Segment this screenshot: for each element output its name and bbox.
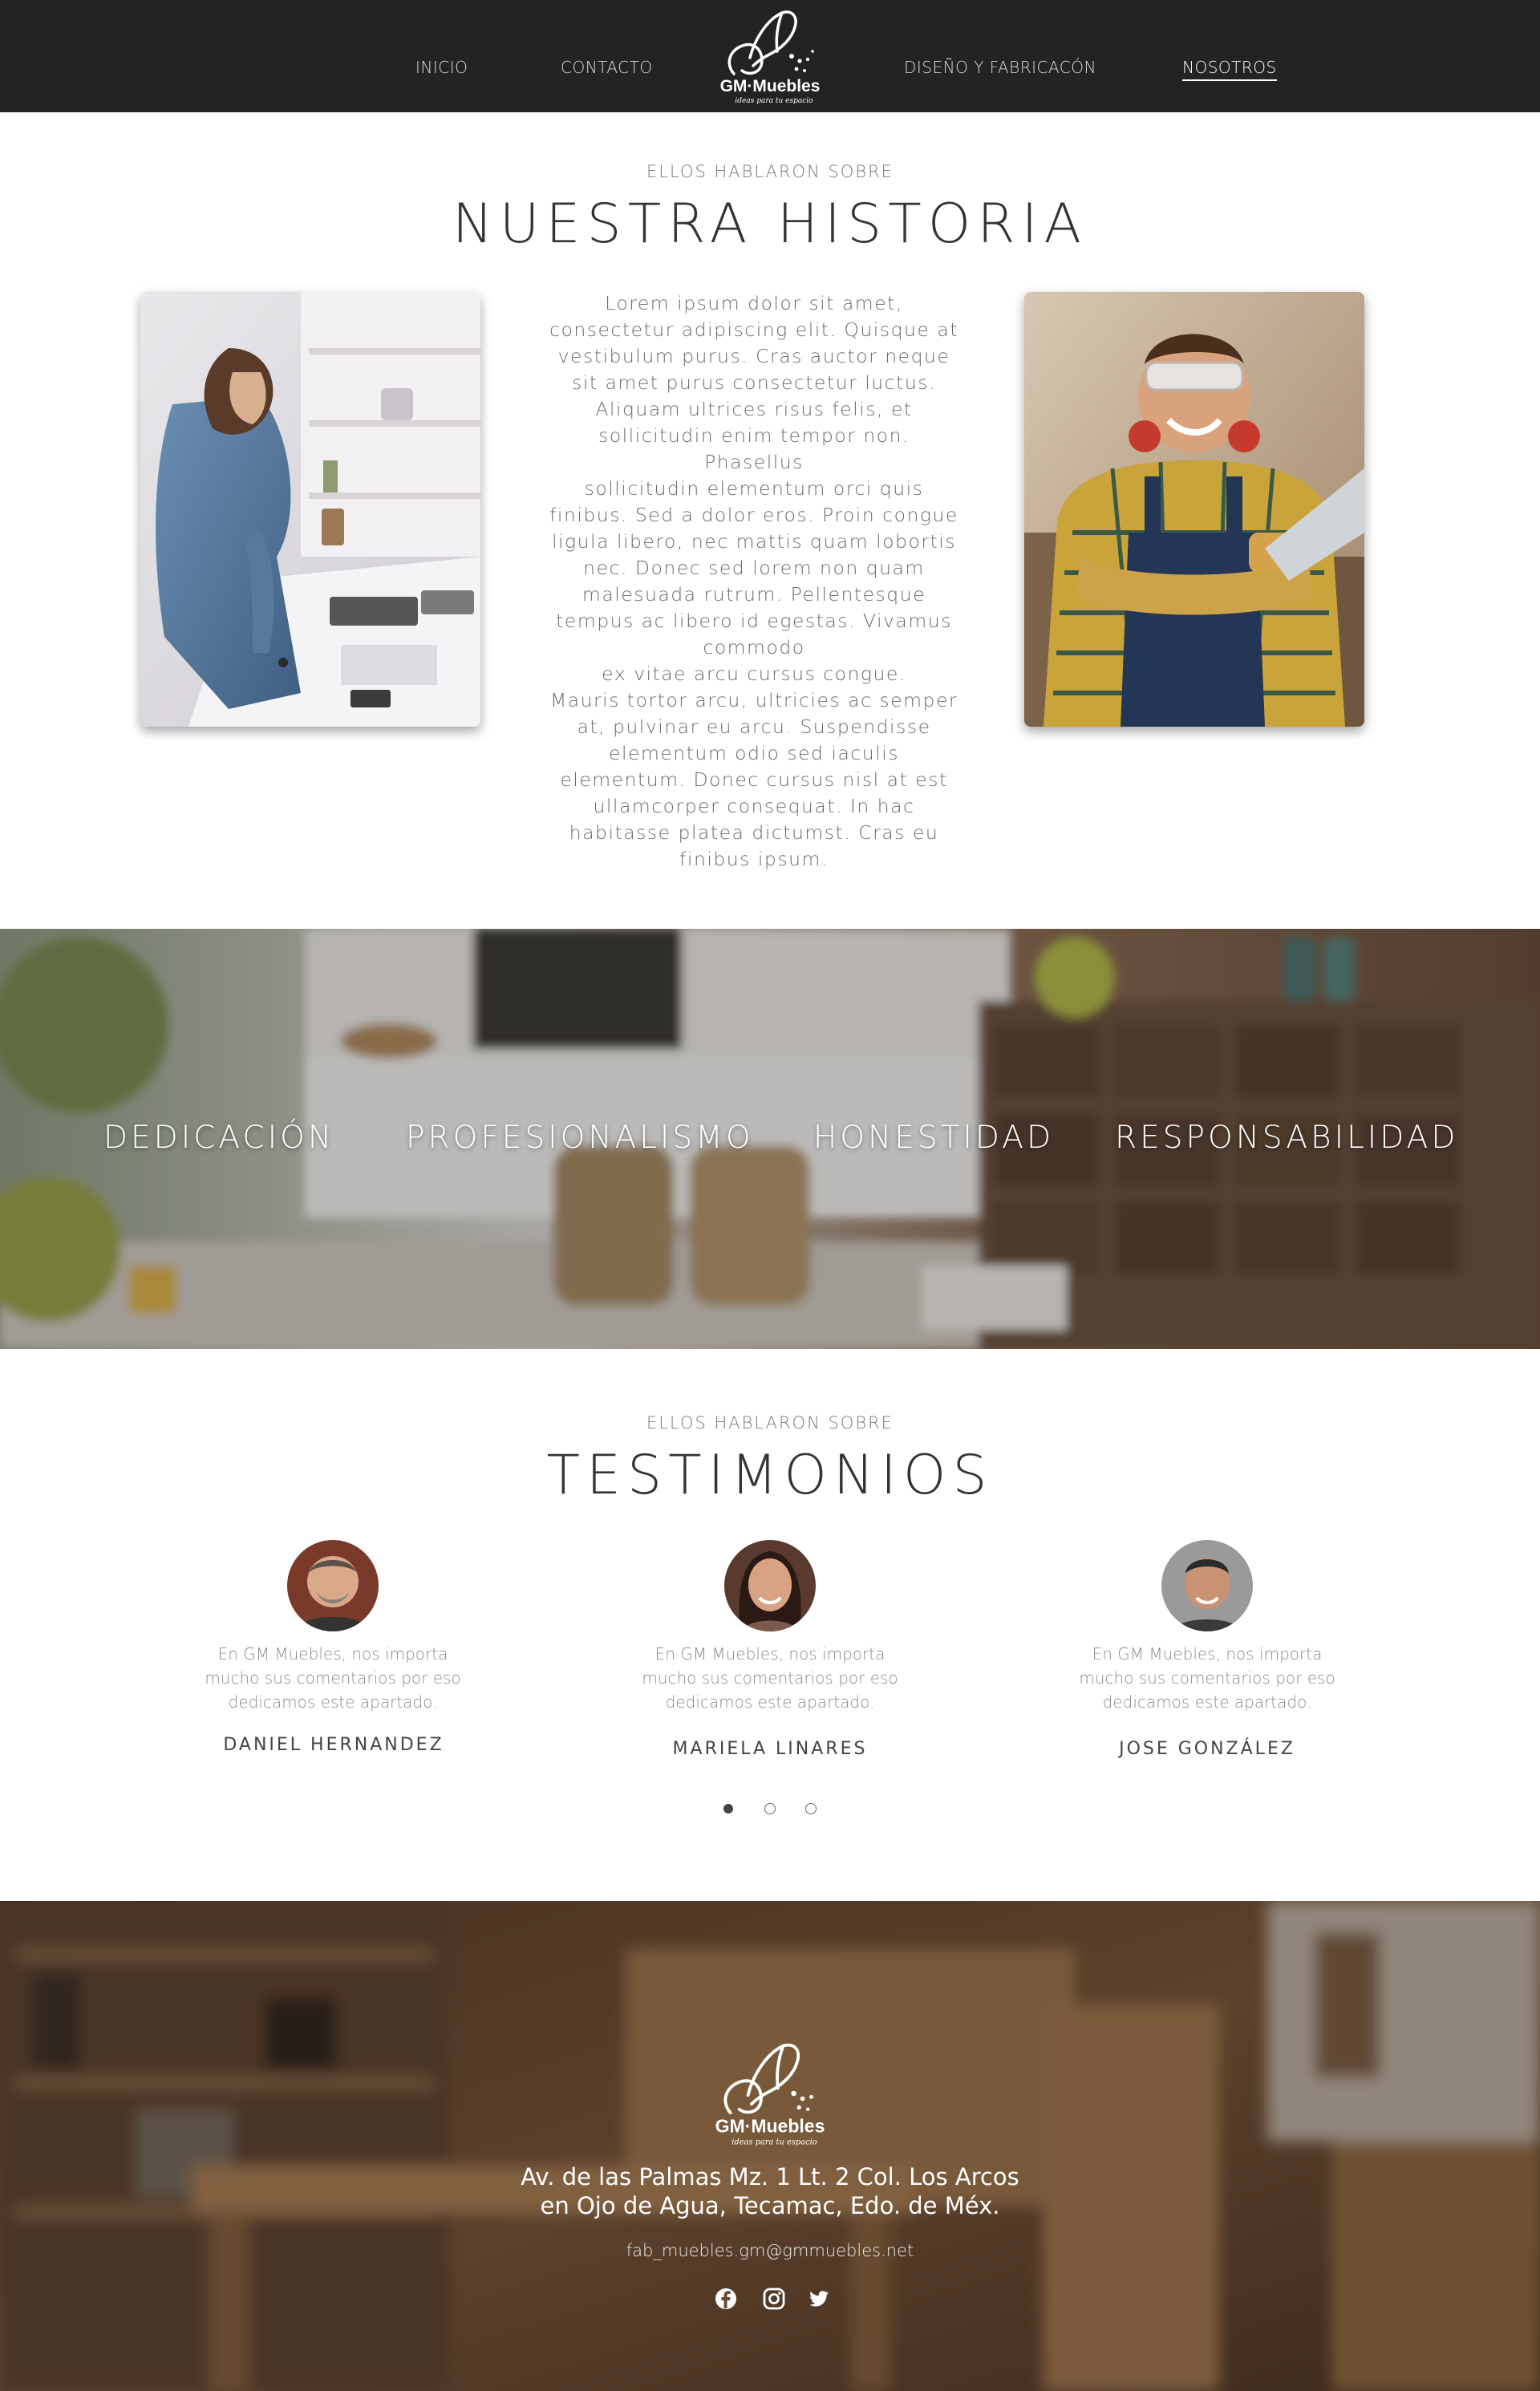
footer-logo[interactable]: GM·Muebles ideas para tu espacio [712, 2039, 828, 2148]
history-eyebrow: ELLOS HABLARON SOBRE [646, 162, 894, 181]
carpenter-photo [1024, 292, 1364, 727]
address-line-2: en Ojo de Agua, Tecamac, Edo. de Méx. [540, 2192, 1000, 2219]
brand-tagline: ideas para tu espacio [735, 97, 813, 105]
quote-line: mucho sus comentarios por eso [642, 1668, 898, 1688]
carousel-dot-2[interactable] [764, 1803, 776, 1814]
history-line: nec. Donec sed lorem non quam [583, 557, 925, 579]
avatar-daniel [287, 1540, 379, 1631]
designer-photo [140, 292, 480, 727]
quote-line: dedicamos este apartado. [665, 1692, 875, 1712]
history-line: at, pulvinar eu arcu. Suspendisse [577, 715, 931, 738]
testimonials-title: TESTIMONIOS [546, 1444, 994, 1507]
value-dedicacion: DEDICACIÓN [103, 1120, 335, 1156]
twitter-icon[interactable] [807, 2287, 831, 2311]
quote-line: En GM Muebles, nos importa [217, 1644, 448, 1664]
testimonial-name-3: JOSE GONZÁLEZ [1119, 1739, 1295, 1759]
testimonials-eyebrow: ELLOS HABLARON SOBRE [646, 1413, 894, 1433]
testimonial-name-2: MARIELA LINARES [672, 1739, 868, 1759]
history-line: finibus. Sed a dolor eros. Proin congue [549, 504, 958, 526]
history-line: Mauris tortor arcu, ultricies ac semper [549, 689, 958, 711]
nav-link-nosotros[interactable]: NOSOTROS [1182, 58, 1277, 81]
nav-link-diseno-fabricacion[interactable]: DISEÑO Y FABRICACÓN [904, 58, 1096, 77]
history-line: vestibulum purus. Cras auctor neque [557, 345, 950, 367]
avatar-jose [1161, 1540, 1253, 1631]
instagram-icon[interactable] [762, 2287, 786, 2311]
history-line: finibus ipsum. [679, 848, 829, 870]
history-line: habitasse platea dictumst. Cras eu [569, 821, 939, 844]
history-line: ex vitae arcu cursus congue. [602, 663, 906, 685]
history-line: tempus ac libero id egestas. Vivamus [556, 610, 952, 632]
quote-line: mucho sus comentarios por eso [1079, 1668, 1335, 1688]
carousel-dot-1[interactable] [723, 1804, 733, 1814]
nav-link-inicio[interactable]: INICIO [415, 58, 468, 77]
brand-name: GM·Muebles [720, 77, 821, 95]
carousel-dot-3[interactable] [805, 1803, 817, 1814]
testimonial-quote-2: En GM Muebles, nos importa mucho sus com… [634, 1642, 906, 1714]
testimonial-quote-3: En GM Muebles, nos importa mucho sus com… [1071, 1642, 1343, 1714]
history-line: sollicitudin enim tempor non. Phasellus [598, 424, 910, 473]
avatar-mariela [724, 1540, 816, 1631]
history-title: NUESTRA HISTORIA [452, 192, 1088, 256]
history-body-text: Lorem ipsum dolor sit amet, consectetur … [545, 290, 962, 873]
quote-line: dedicamos este apartado. [1102, 1692, 1312, 1712]
quote-line: En GM Muebles, nos importa [1092, 1644, 1323, 1664]
value-responsabilidad: RESPONSABILIDAD [1115, 1120, 1459, 1156]
history-line: consectetur adipiscing elit. Quisque at [549, 318, 958, 341]
history-line: sit amet purus consectetur luctus. [572, 371, 936, 394]
testimonial-quote-1: En GM Muebles, nos importa mucho sus com… [197, 1642, 469, 1714]
history-line: ullamcorper consequat. In hac [593, 795, 915, 817]
footer-address: Av. de las Palmas Mz. 1 Lt. 2 Col. Los A… [0, 2162, 1540, 2220]
value-honestidad: HONESTIDAD [813, 1120, 1054, 1156]
history-line: Lorem ipsum dolor sit amet, [605, 292, 903, 314]
nav-link-contacto[interactable]: CONTACTO [561, 58, 653, 77]
quote-line: En GM Muebles, nos importa [654, 1644, 886, 1664]
testimonial-name-1: DANIEL HERNANDEZ [223, 1735, 444, 1755]
value-profesionalismo: PROFESIONALISMO [406, 1120, 754, 1156]
history-line: elementum odio sed iaculis [609, 742, 899, 764]
history-line: malesuada rutrum. Pellentesque [582, 583, 926, 606]
quote-line: dedicamos este apartado. [228, 1692, 438, 1712]
history-line: ligula libero, nec mattis quam lobortis [552, 530, 956, 553]
history-line: sollicitudin elementum orci quis [584, 477, 924, 500]
history-line: Aliquam ultrices risus felis, et [595, 398, 913, 420]
footer-email-link[interactable]: fab_muebles.gm@gmmuebles.net [0, 2241, 1540, 2260]
quote-line: mucho sus comentarios por eso [205, 1668, 461, 1688]
history-line: elementum. Donec cursus nisl at est [560, 768, 948, 791]
facebook-icon[interactable] [714, 2287, 738, 2311]
address-line-1: Av. de las Palmas Mz. 1 Lt. 2 Col. Los A… [521, 2163, 1019, 2190]
footer-brand-tagline: ideas para tu espacio [732, 2138, 817, 2147]
brand-logo[interactable]: GM·Muebles ideas para tu espacio [718, 6, 822, 106]
footer-brand-name: GM·Muebles [715, 2115, 825, 2136]
top-navigation-bar: INICIO CONTACTO GM·Muebles ideas para tu… [0, 0, 1540, 112]
history-line: commodo [703, 636, 805, 659]
